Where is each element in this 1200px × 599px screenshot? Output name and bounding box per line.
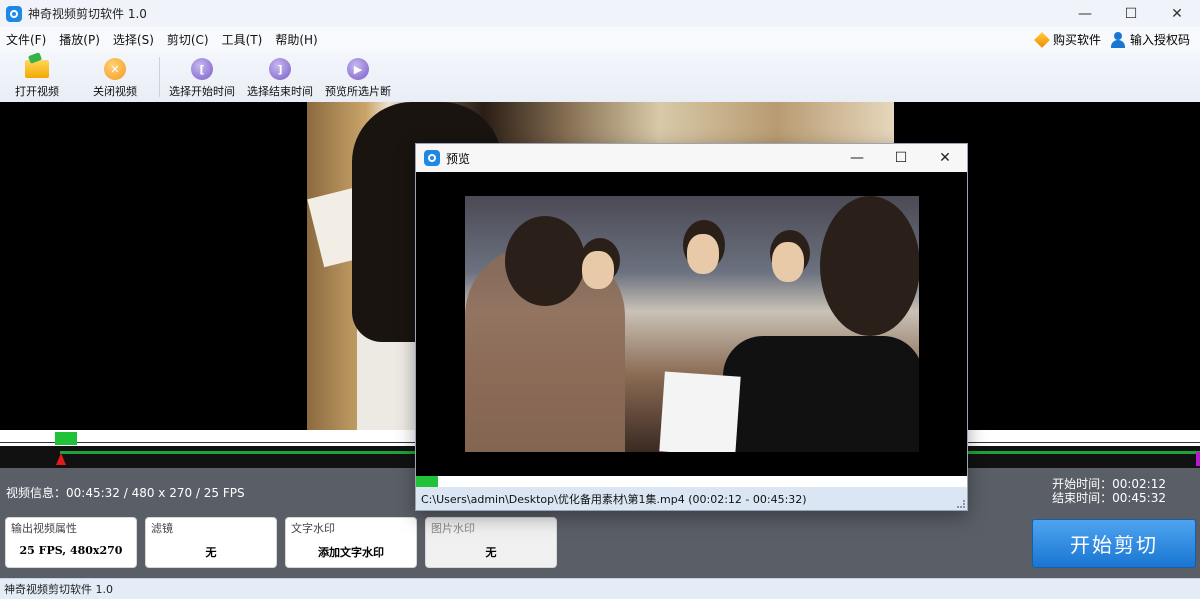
resize-grip-icon[interactable] bbox=[957, 500, 965, 508]
text-watermark-title: 文字水印 bbox=[291, 522, 335, 535]
preview-progress-fill bbox=[416, 476, 439, 487]
end-bracket-icon: ] bbox=[269, 58, 291, 80]
preview-maximize-icon[interactable]: ☐ bbox=[879, 144, 923, 172]
menu-right: 购买软件 输入授权码 bbox=[1034, 27, 1200, 52]
preview-dialog: 预览 — ☐ ✕ C:\Users\admin\Desktop\优化备用素材\第… bbox=[415, 143, 968, 511]
time-range: 开始时间：00:02:12 结束时间：00:45:32 bbox=[1052, 477, 1166, 505]
frame-detail bbox=[772, 242, 804, 282]
preview-app-icon bbox=[424, 150, 440, 166]
toolbar: 打开视频 ✕ 关闭视频 [ 选择开始时间 ] 选择结束时间 ▶ 预览所选片断 bbox=[0, 52, 1200, 102]
play-icon: ▶ bbox=[347, 58, 369, 80]
menu-play[interactable]: 播放(P) bbox=[53, 31, 107, 48]
menu-cut[interactable]: 剪切(C) bbox=[161, 31, 216, 48]
image-watermark-card[interactable]: 图片水印 无 bbox=[425, 517, 557, 568]
frame-detail bbox=[659, 371, 741, 452]
select-end-label: 选择结束时间 bbox=[247, 85, 313, 98]
output-properties-title: 输出视频属性 bbox=[11, 522, 77, 535]
timeline-position-marker[interactable] bbox=[55, 432, 77, 445]
start-marker-icon[interactable] bbox=[56, 453, 66, 465]
user-icon bbox=[1110, 31, 1125, 48]
end-time: 结束时间：00:45:32 bbox=[1052, 491, 1166, 505]
buy-software-label: 购买软件 bbox=[1052, 33, 1101, 47]
menu-help[interactable]: 帮助(H) bbox=[269, 31, 324, 48]
frame-detail bbox=[723, 336, 919, 452]
output-properties-card[interactable]: 输出视频属性 25 FPS, 480x270 bbox=[5, 517, 137, 568]
text-watermark-card[interactable]: 文字水印 添加文字水印 bbox=[285, 517, 417, 568]
status-bar: 神奇视频剪切软件 1.0 bbox=[0, 578, 1200, 599]
buy-software-link[interactable]: 购买软件 bbox=[1034, 31, 1101, 48]
menu-bar: 文件(F) 播放(P) 选择(S) 剪切(C) 工具(T) 帮助(H) 购买软件… bbox=[0, 27, 1200, 52]
text-watermark-value: 添加文字水印 bbox=[318, 546, 384, 559]
frame-detail bbox=[687, 234, 719, 274]
filter-title: 滤镜 bbox=[151, 522, 173, 535]
start-cut-button[interactable]: 开始剪切 bbox=[1032, 519, 1196, 568]
preview-segment-button[interactable]: ▶ 预览所选片断 bbox=[322, 58, 394, 99]
preview-video[interactable] bbox=[416, 172, 967, 476]
start-bracket-icon: [ bbox=[191, 58, 213, 80]
frame-detail bbox=[505, 216, 585, 306]
end-marker-icon[interactable] bbox=[1196, 452, 1200, 466]
close-video-button[interactable]: ✕ 关闭视频 bbox=[77, 58, 153, 99]
output-properties-value: 25 FPS, 480x270 bbox=[19, 544, 123, 557]
close-video-label: 关闭视频 bbox=[93, 85, 137, 98]
preview-file-path: C:\Users\admin\Desktop\优化备用素材\第1集.mp4 (0… bbox=[416, 487, 967, 510]
toolbar-separator bbox=[159, 57, 160, 97]
maximize-icon[interactable]: ☐ bbox=[1108, 0, 1154, 27]
menu-select[interactable]: 选择(S) bbox=[107, 31, 161, 48]
enter-license-label: 输入授权码 bbox=[1129, 33, 1190, 47]
preview-frame bbox=[465, 196, 919, 452]
preview-window-controls: — ☐ ✕ bbox=[835, 144, 967, 172]
open-video-label: 打开视频 bbox=[15, 85, 59, 98]
filter-value: 无 bbox=[205, 546, 217, 559]
frame-detail bbox=[582, 251, 614, 289]
preview-minimize-icon[interactable]: — bbox=[835, 144, 879, 172]
frame-detail bbox=[820, 196, 919, 336]
enter-license-link[interactable]: 输入授权码 bbox=[1110, 31, 1190, 48]
window-title: 神奇视频剪切软件 1.0 bbox=[28, 7, 147, 21]
window-controls: — ☐ ✕ bbox=[1062, 0, 1200, 27]
start-time: 开始时间：00:02:12 bbox=[1052, 477, 1166, 491]
menu-tools[interactable]: 工具(T) bbox=[216, 31, 270, 48]
preview-title: 预览 bbox=[446, 151, 471, 166]
settings-panel: 输出视频属性 25 FPS, 480x270 滤镜 无 文字水印 添加文字水印 … bbox=[0, 510, 1200, 578]
menu-file[interactable]: 文件(F) bbox=[0, 31, 53, 48]
select-end-button[interactable]: ] 选择结束时间 bbox=[244, 58, 316, 99]
preview-segment-label: 预览所选片断 bbox=[325, 85, 391, 98]
preview-title-bar: 预览 — ☐ ✕ bbox=[416, 144, 967, 172]
select-start-label: 选择开始时间 bbox=[169, 85, 235, 98]
select-start-button[interactable]: [ 选择开始时间 bbox=[166, 58, 238, 99]
minimize-icon[interactable]: — bbox=[1062, 0, 1108, 27]
open-folder-icon bbox=[25, 60, 49, 78]
close-icon[interactable]: ✕ bbox=[1154, 0, 1200, 27]
image-watermark-value: 无 bbox=[485, 546, 497, 559]
diamond-icon bbox=[1034, 31, 1050, 48]
title-bar: 神奇视频剪切软件 1.0 — ☐ ✕ bbox=[0, 0, 1200, 27]
close-video-icon: ✕ bbox=[104, 58, 126, 80]
image-watermark-title: 图片水印 bbox=[431, 522, 475, 535]
app-icon bbox=[6, 5, 22, 22]
open-video-button[interactable]: 打开视频 bbox=[5, 58, 69, 99]
preview-close-icon[interactable]: ✕ bbox=[923, 144, 967, 172]
preview-progress-bar[interactable] bbox=[416, 476, 967, 487]
video-info: 视频信息：00:45:32 / 480 x 270 / 25 FPS bbox=[6, 486, 245, 500]
filter-card[interactable]: 滤镜 无 bbox=[145, 517, 277, 568]
status-text: 神奇视频剪切软件 1.0 bbox=[4, 583, 113, 596]
